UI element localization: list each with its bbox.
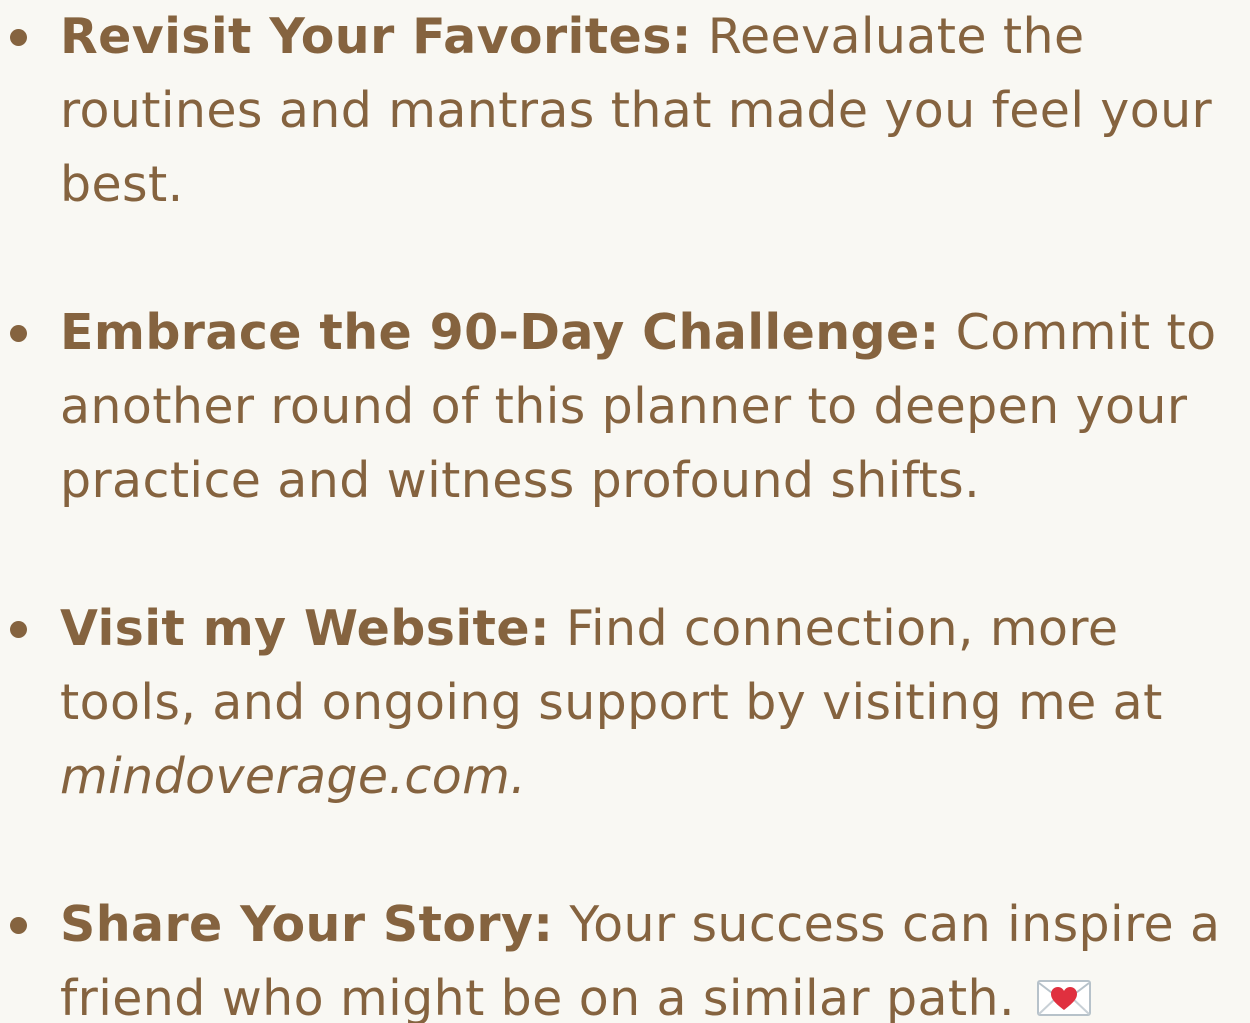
page: Revisit Your Favorites: Reevaluate the r… bbox=[0, 0, 1250, 1023]
list-item-visit-website: Visit my Website: Find connection, more … bbox=[10, 592, 1245, 814]
website-link[interactable]: mindoverage.com. bbox=[60, 748, 526, 805]
list-item-90-day-challenge: Embrace the 90-Day Challenge: Commit to … bbox=[10, 296, 1245, 518]
list-item-heading: Embrace the 90-Day Challenge: bbox=[60, 304, 940, 361]
list-item-heading: Share Your Story: bbox=[60, 896, 554, 953]
bullet-icon bbox=[10, 29, 27, 46]
list-item-revisit-favorites: Revisit Your Favorites: Reevaluate the r… bbox=[10, 0, 1245, 222]
bullet-icon bbox=[10, 621, 27, 638]
list-item-share-story: Share Your Story: Your success can inspi… bbox=[10, 888, 1245, 1023]
list-item-heading: Visit my Website: bbox=[60, 600, 550, 657]
list-item-heading: Revisit Your Favorites: bbox=[60, 8, 692, 65]
bullet-icon bbox=[10, 325, 27, 342]
love-letter-icon bbox=[1036, 979, 1091, 1017]
bullet-icon bbox=[10, 917, 27, 934]
